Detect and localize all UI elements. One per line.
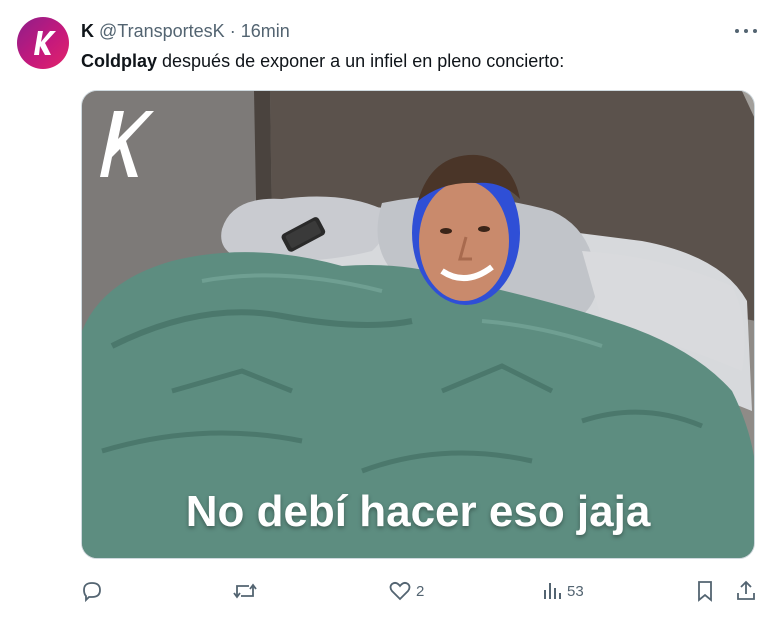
k-watermark-icon <box>100 111 154 177</box>
views-button[interactable]: 53 <box>541 578 584 604</box>
views-icon <box>544 583 561 599</box>
post-media-image[interactable]: No debí hacer eso jaja <box>81 90 755 559</box>
reply-button[interactable] <box>80 578 104 604</box>
k-logo-icon <box>34 31 56 55</box>
post-header: K @TransportesK · 16min <box>81 19 290 43</box>
post-text-rest: después de exponer a un infiel en pleno … <box>157 51 565 71</box>
post-text: Coldplay después de exponer a un infiel … <box>81 49 564 73</box>
action-bar: 2 53 <box>80 578 760 604</box>
heart-icon <box>389 581 411 601</box>
repost-button[interactable] <box>232 578 258 604</box>
like-button[interactable]: 2 <box>388 578 424 604</box>
bookmark-icon <box>698 581 712 602</box>
reply-icon <box>83 582 101 603</box>
watermark-logo <box>96 105 154 181</box>
meme-caption: No debí hacer eso jaja <box>185 487 651 536</box>
separator: · <box>229 21 236 41</box>
author-name[interactable]: K <box>81 21 94 41</box>
post-text-bold: Coldplay <box>81 51 158 71</box>
views-count: 53 <box>567 582 584 600</box>
more-options-icon[interactable] <box>735 22 757 40</box>
bookmark-button[interactable] <box>694 578 716 604</box>
avatar[interactable] <box>17 17 69 69</box>
share-icon <box>737 580 755 600</box>
author-handle[interactable]: @TransportesK <box>99 21 225 41</box>
share-button[interactable] <box>734 578 758 604</box>
post-time[interactable]: 16min <box>241 21 290 41</box>
like-count: 2 <box>416 582 425 600</box>
repost-icon <box>233 583 257 599</box>
